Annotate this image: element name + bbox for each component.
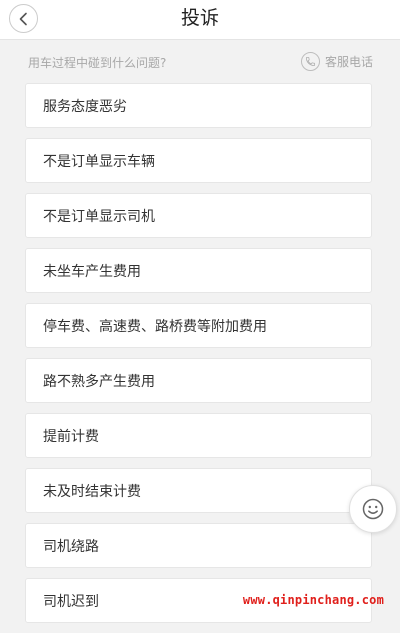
complaint-item-late-end-billing[interactable]: 未及时结束计费 [25, 468, 372, 513]
complaint-item-extra-fees[interactable]: 停车费、高速费、路桥费等附加费用 [25, 303, 372, 348]
complaint-item-early-billing[interactable]: 提前计费 [25, 413, 372, 458]
page-title: 投诉 [180, 7, 219, 29]
complaint-reason-list: 服务态度恶劣 不是订单显示车辆 不是订单显示司机 未坐车产生费用 停车费、高速费… [25, 83, 372, 633]
complaint-item-detour[interactable]: 司机绕路 [25, 523, 372, 568]
question-prompt: 用车过程中碰到什么问题? [28, 56, 167, 70]
complaint-item-unfamiliar-route[interactable]: 路不熟多产生费用 [25, 358, 372, 403]
emoji-feedback-button[interactable] [349, 485, 397, 533]
customer-service-label: 客服电话 [324, 54, 373, 69]
site-watermark: www.qinpinchang.com [242, 593, 384, 607]
header-bar: 投诉 [0, 0, 400, 40]
smiley-face-icon [362, 498, 384, 520]
complaint-item-wrong-driver[interactable]: 不是订单显示司机 [25, 193, 372, 238]
complaint-item-bad-attitude[interactable]: 服务态度恶劣 [25, 83, 372, 128]
question-bar: 用车过程中碰到什么问题? 客服电话 [0, 48, 400, 76]
complaint-item-charged-without-ride[interactable]: 未坐车产生费用 [25, 248, 372, 293]
complaint-item-wrong-vehicle[interactable]: 不是订单显示车辆 [25, 138, 372, 183]
phone-icon [300, 51, 320, 71]
customer-service-phone-button[interactable]: 客服电话 [300, 51, 373, 71]
